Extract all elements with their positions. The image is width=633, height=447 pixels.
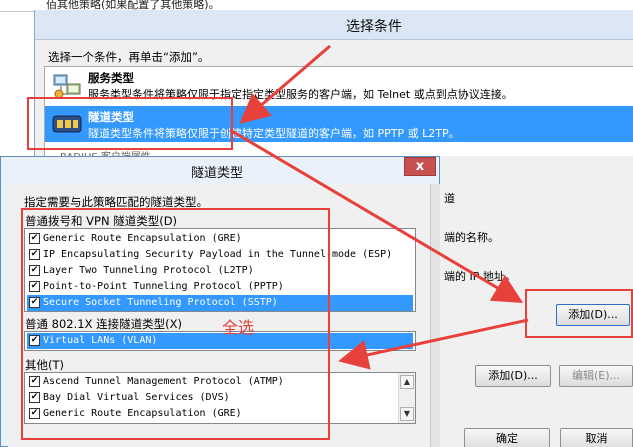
dialog-edge-scrollbar (430, 184, 440, 447)
background-fragment-2: 端的名称。 (444, 231, 499, 244)
ok-button[interactable]: 确定 (464, 428, 550, 447)
annotation-box-add-button (525, 289, 633, 338)
select-condition-titlebar: 选择条件 (35, 10, 633, 40)
select-condition-instruction: 选择一个条件，再单击“添加”。 (48, 50, 210, 64)
tunnel-type-dialog-title: 隧道类型 (191, 166, 244, 181)
annotation-box-tunnel-lists (21, 208, 330, 440)
list-other-scrollbar[interactable]: ▲ ▼ (398, 373, 415, 423)
select-condition-title: 选择条件 (346, 19, 402, 35)
tunnel-type-titlebar: 隧道类型 (0, 156, 440, 184)
close-button[interactable]: x (404, 157, 436, 176)
cancel-button[interactable]: 取消 (560, 428, 633, 447)
annotation-select-all: 全选 (222, 318, 255, 337)
background-fragment-1: 道 (444, 192, 455, 205)
scroll-up-button[interactable]: ▲ (400, 375, 414, 389)
annotation-box-tunnel-type (27, 97, 233, 150)
service-type-icon (53, 74, 81, 99)
service-type-title: 服务类型 (88, 71, 134, 85)
add-button[interactable]: 添加(D)... (475, 365, 551, 387)
edit-button[interactable]: 编辑(E)... (559, 365, 633, 387)
background-fragment-3: 端的 IP 地址。 (444, 270, 516, 283)
scroll-down-button[interactable]: ▼ (400, 407, 414, 421)
